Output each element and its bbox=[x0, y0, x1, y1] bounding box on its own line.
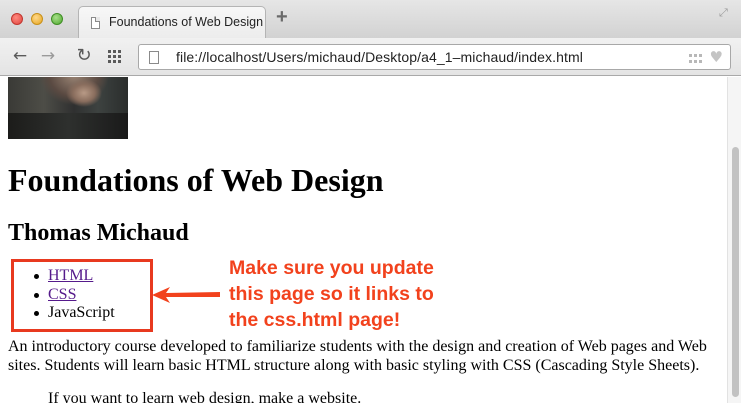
nav-link-css[interactable]: CSS bbox=[48, 286, 76, 303]
nav-list: HTML CSS JavaScript bbox=[8, 267, 115, 323]
intro-paragraph: An introductory course developed to fami… bbox=[8, 338, 707, 374]
page-title: Foundations of Web Design bbox=[8, 162, 384, 198]
list-item: JavaScript bbox=[34, 304, 115, 323]
tab-strip: Foundations of Web Design + ⤢ bbox=[0, 0, 741, 39]
arrow-left-icon: ← bbox=[12, 46, 28, 66]
scrollbar-thumb[interactable] bbox=[732, 147, 739, 397]
browser-toolbar: ← → ↻ file://localhost/Users/michaud/Des… bbox=[0, 38, 741, 76]
apps-grid-icon[interactable] bbox=[108, 50, 121, 63]
annotation-line: this page so it links to bbox=[229, 283, 434, 305]
annotation-callout: Make sure you update this page so it lin… bbox=[229, 255, 434, 333]
new-tab-button[interactable]: + bbox=[276, 6, 292, 28]
zoom-window-button[interactable] bbox=[51, 13, 63, 25]
arrow-right-icon: → bbox=[40, 46, 56, 66]
address-bar[interactable]: file://localhost/Users/michaud/Desktop/a… bbox=[138, 44, 731, 70]
annotation-line: the css.html page! bbox=[229, 309, 401, 331]
back-button[interactable]: ← bbox=[10, 45, 30, 67]
reload-button[interactable]: ↻ bbox=[74, 45, 94, 67]
reload-icon: ↻ bbox=[76, 45, 92, 66]
fullscreen-arrows-icon[interactable]: ⤢ bbox=[719, 7, 731, 19]
tab-foundations-of-web-design[interactable]: Foundations of Web Design bbox=[78, 6, 266, 39]
plus-icon: + bbox=[276, 6, 288, 28]
annotation-line: Make sure you update bbox=[229, 257, 434, 279]
list-item: HTML bbox=[34, 267, 115, 286]
page-icon bbox=[91, 17, 100, 29]
heart-icon[interactable]: ♥ bbox=[710, 48, 723, 66]
list-item: CSS bbox=[34, 286, 115, 305]
annotation-arrow-icon bbox=[152, 287, 220, 303]
author-photo bbox=[8, 77, 128, 139]
close-window-button[interactable] bbox=[11, 13, 23, 25]
page-icon bbox=[149, 51, 159, 64]
grid-icon[interactable] bbox=[689, 54, 702, 63]
tab-title: Foundations of Web Design bbox=[109, 15, 264, 29]
nav-link-html[interactable]: HTML bbox=[48, 267, 93, 284]
nav-item-javascript: JavaScript bbox=[48, 304, 115, 321]
forward-button[interactable]: → bbox=[38, 45, 58, 67]
vertical-scrollbar[interactable] bbox=[727, 77, 741, 403]
minimize-window-button[interactable] bbox=[31, 13, 43, 25]
author-name: Thomas Michaud bbox=[8, 220, 189, 246]
page-viewport: Foundations of Web Design Thomas Michaud… bbox=[0, 77, 727, 403]
quote-paragraph: If you want to learn web design, make a … bbox=[48, 390, 362, 403]
url-text[interactable]: file://localhost/Users/michaud/Desktop/a… bbox=[176, 49, 583, 65]
